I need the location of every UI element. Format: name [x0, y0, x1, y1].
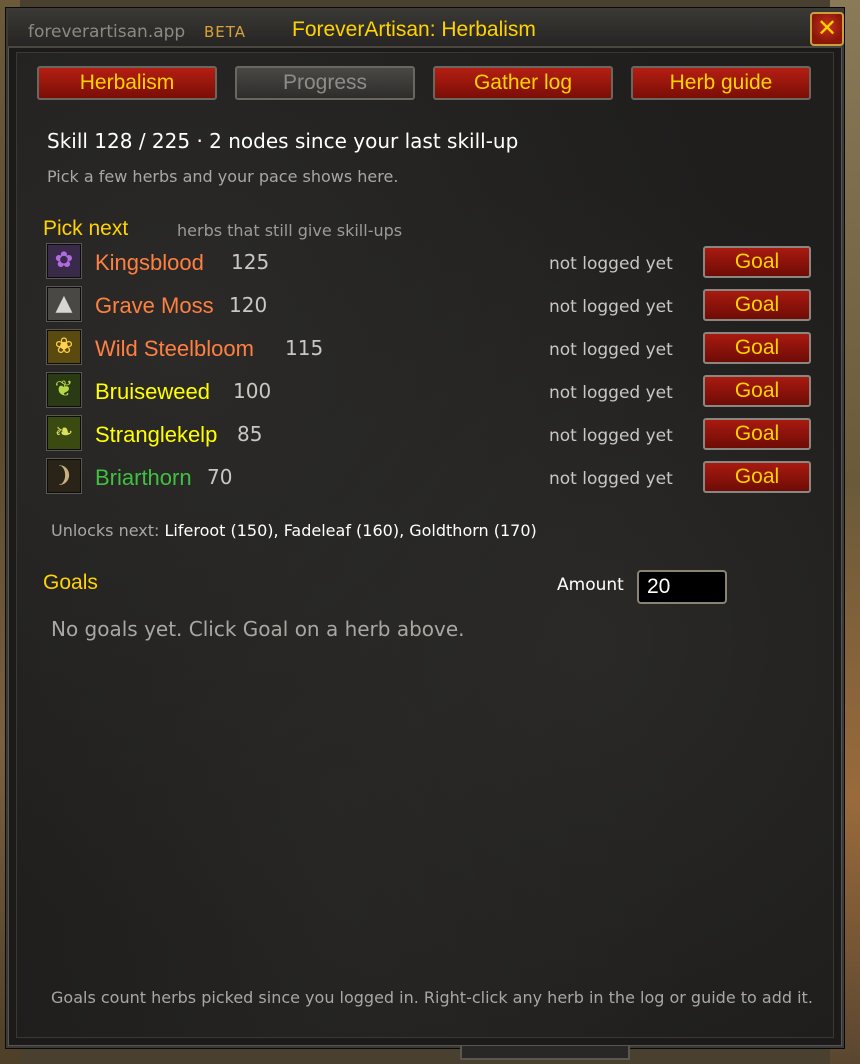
- pace-hint: Pick a few herbs and your pace shows her…: [47, 167, 399, 186]
- tab-bar: Herbalism Progress Gather log Herb guide: [37, 66, 817, 102]
- herb-name: Grave Moss: [95, 293, 214, 318]
- tab-herbalism[interactable]: Herbalism: [37, 66, 217, 100]
- herbalism-window: foreverartisan.app BETA ForeverArtisan: …: [6, 8, 844, 1060]
- herb-status: not logged yet: [549, 426, 673, 446]
- main-panel: Herbalism Progress Gather log Herb guide…: [16, 52, 834, 1038]
- herb-level: 115: [285, 336, 324, 360]
- close-icon: ✕: [816, 14, 838, 42]
- herb-row[interactable]: ❧ Stranglekelp 85 not logged yet Goal: [47, 415, 817, 453]
- unlocks-label: Unlocks next:: [51, 521, 160, 540]
- bottom-handle: [460, 1046, 630, 1060]
- herb-name: Wild Steelbloom: [95, 336, 254, 361]
- amount-label: Amount: [557, 575, 624, 595]
- unlocks-next: Unlocks next: Liferoot (150), Fadeleaf (…: [51, 521, 537, 540]
- kingsblood-icon: ✿: [47, 244, 81, 278]
- herb-level: 70: [207, 465, 233, 489]
- stranglekelp-icon: ❧: [47, 416, 81, 450]
- herb-row[interactable]: ❩ Briarthorn 70 not logged yet Goal: [47, 458, 817, 496]
- window-title: ForeverArtisan: Herbalism: [292, 18, 536, 41]
- unlocks-value: Liferoot (150), Fadeleaf (160), Goldthor…: [164, 521, 537, 540]
- pick-next-subheading: herbs that still give skill-ups: [177, 221, 403, 240]
- herb-level: 120: [229, 293, 268, 317]
- wild-steelbloom-icon: ❀: [47, 330, 81, 364]
- goal-button[interactable]: Goal: [703, 246, 811, 278]
- grave-moss-icon: ▲: [47, 287, 81, 321]
- title-bar[interactable]: foreverartisan.app BETA ForeverArtisan: …: [8, 10, 844, 48]
- skill-summary: Skill 128 / 225 · 2 nodes since your las…: [47, 129, 519, 153]
- herb-row[interactable]: ❀ Wild Steelbloom 115 not logged yet Goal: [47, 329, 817, 367]
- tab-progress[interactable]: Progress: [235, 66, 415, 100]
- goal-button[interactable]: Goal: [703, 461, 811, 493]
- herb-row[interactable]: ✿ Kingsblood 125 not logged yet Goal: [47, 243, 817, 281]
- herb-row[interactable]: ▲ Grave Moss 120 not logged yet Goal: [47, 286, 817, 324]
- footer-note: Goals count herbs picked since you logge…: [51, 988, 813, 1007]
- herb-status: not logged yet: [549, 254, 673, 274]
- herb-name: Kingsblood: [95, 250, 204, 275]
- herb-name: Bruiseweed: [95, 379, 210, 404]
- tab-gather-log[interactable]: Gather log: [433, 66, 613, 100]
- app-name: foreverartisan.app: [28, 22, 186, 42]
- briarthorn-icon: ❩: [47, 459, 81, 493]
- herb-level: 85: [237, 422, 263, 446]
- herb-status: not logged yet: [549, 340, 673, 360]
- herb-level: 125: [231, 250, 270, 274]
- herb-level: 100: [233, 379, 272, 403]
- goal-button[interactable]: Goal: [703, 332, 811, 364]
- herb-row[interactable]: ❦ Bruiseweed 100 not logged yet Goal: [47, 372, 817, 410]
- amount-input[interactable]: 20: [637, 570, 727, 604]
- goals-empty-message: No goals yet. Click Goal on a herb above…: [51, 617, 465, 641]
- close-button[interactable]: ✕: [810, 12, 844, 46]
- herb-status: not logged yet: [549, 297, 673, 317]
- bruiseweed-icon: ❦: [47, 373, 81, 407]
- goal-button[interactable]: Goal: [703, 418, 811, 450]
- goal-button[interactable]: Goal: [703, 289, 811, 321]
- herb-name: Stranglekelp: [95, 422, 218, 447]
- herb-status: not logged yet: [549, 383, 673, 403]
- herb-name: Briarthorn: [95, 465, 192, 490]
- goals-heading: Goals: [43, 571, 98, 594]
- herb-status: not logged yet: [549, 469, 673, 489]
- goal-button[interactable]: Goal: [703, 375, 811, 407]
- beta-badge: BETA: [204, 23, 247, 41]
- tab-herb-guide[interactable]: Herb guide: [631, 66, 811, 100]
- pick-next-heading: Pick next: [43, 217, 129, 240]
